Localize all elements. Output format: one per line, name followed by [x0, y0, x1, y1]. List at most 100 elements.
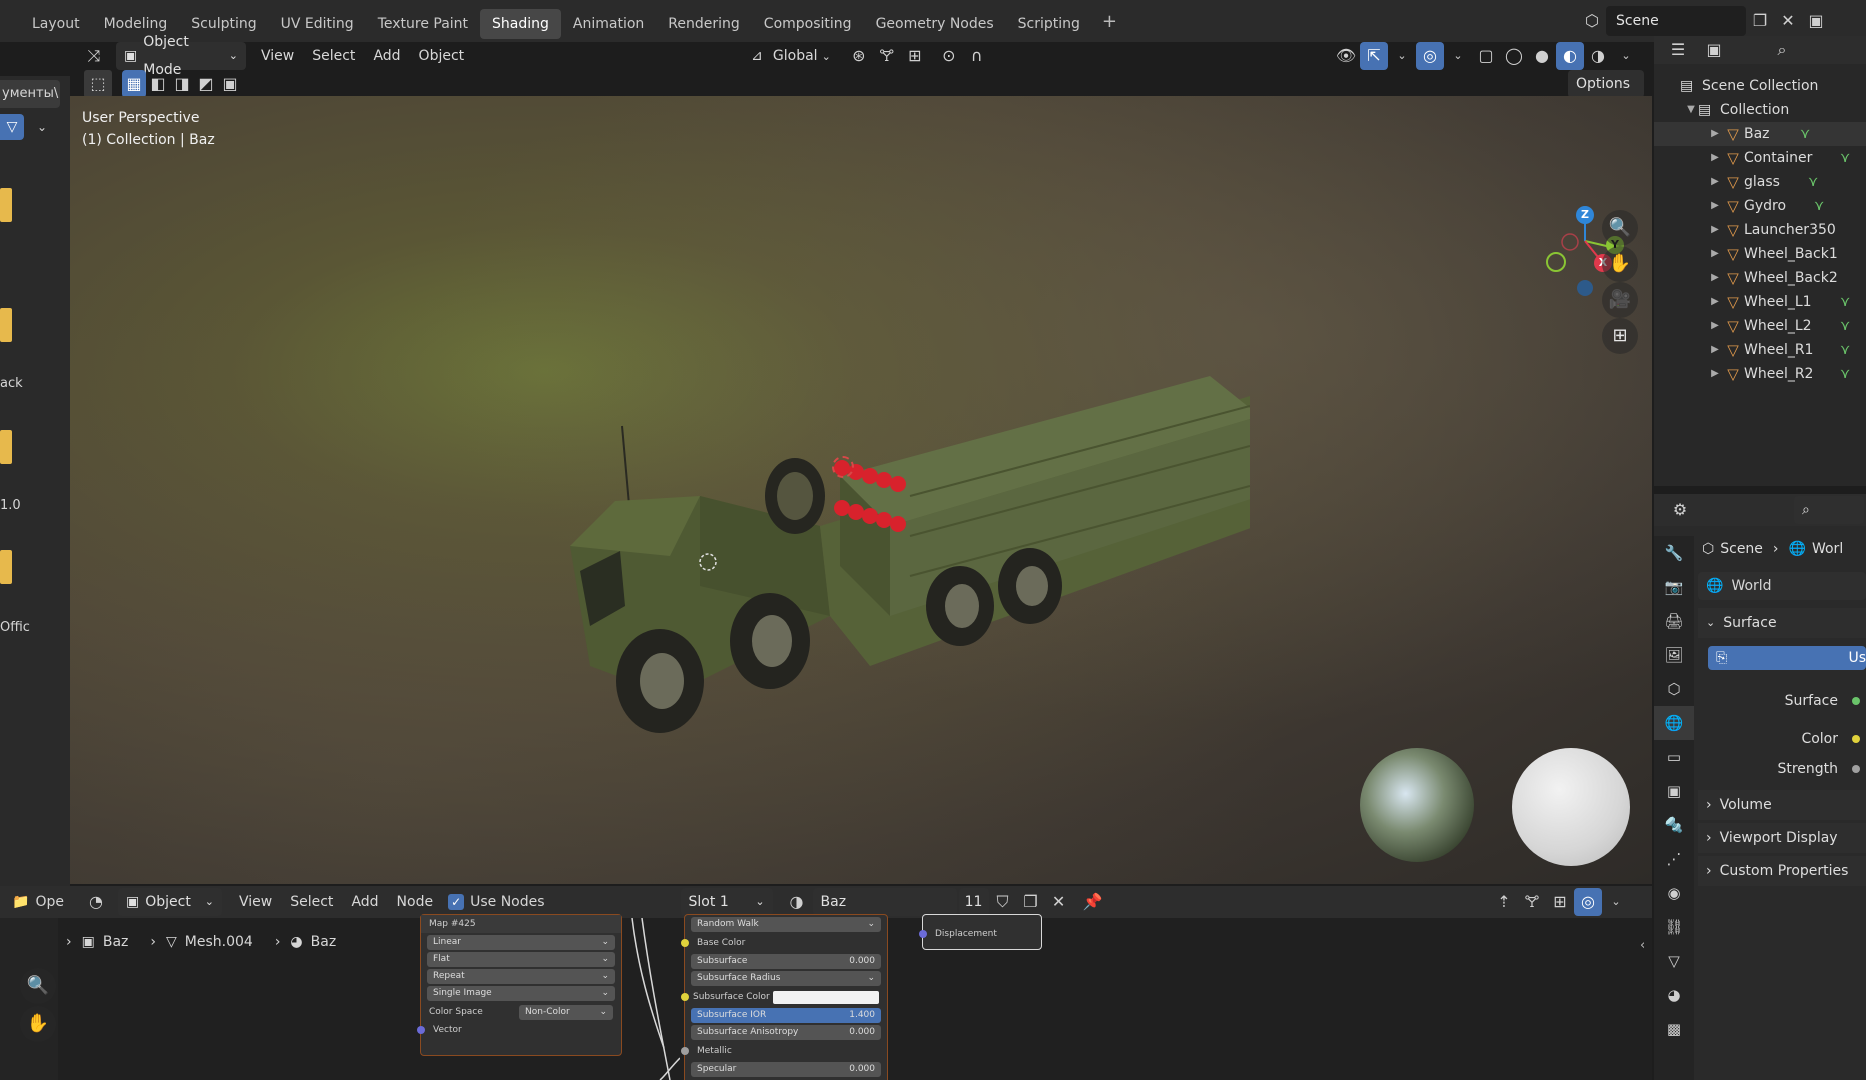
surface-shader-row[interactable]: Surface — [1698, 686, 1866, 716]
color-socket-icon[interactable] — [681, 939, 689, 947]
subsurface-color-row[interactable]: Subsurface Color — [681, 988, 887, 1006]
outliner-item-container[interactable]: ▶ ▽ Container ⋎ — [1654, 146, 1866, 170]
snap-icon[interactable]: 🝖 — [873, 42, 901, 70]
volume-panel-header[interactable]: › Volume — [1698, 790, 1866, 820]
file-thumb-3[interactable] — [0, 430, 12, 464]
particles-icon[interactable]: ⋰ — [1654, 842, 1694, 876]
tab-uv-editing[interactable]: UV Editing — [269, 9, 366, 39]
material-shading-icon[interactable]: ◐ — [1556, 42, 1584, 70]
overlay-toggle-icon[interactable]: ◎ — [1416, 42, 1444, 70]
expand-triangle-icon[interactable]: ▶ — [1708, 266, 1722, 290]
source-dropdown[interactable]: Single Image ⌄ — [427, 986, 615, 1001]
search-icon[interactable]: ⌕ — [1768, 36, 1796, 64]
color-space-row[interactable]: Color Space Non-Color ⌄ — [421, 1003, 621, 1021]
constraints-icon[interactable]: ⛓ — [1654, 910, 1694, 944]
value-socket-icon[interactable] — [681, 1047, 689, 1055]
expand-triangle-icon[interactable]: ▶ — [1708, 338, 1722, 362]
scene-type-icon[interactable]: ⬡ — [1578, 7, 1606, 35]
tab-scripting[interactable]: Scripting — [1006, 9, 1092, 39]
view-layer-icon[interactable]: ▣ — [1802, 7, 1830, 35]
menu-select[interactable]: Select — [303, 42, 364, 70]
proportional-edit-icon[interactable]: ⊙ — [935, 42, 963, 70]
select-tool-icon[interactable]: ⬚ — [84, 70, 112, 98]
file-thumb-2[interactable] — [0, 308, 12, 342]
ortho-grid-icon[interactable]: ⊞ — [1602, 318, 1638, 354]
output-icon[interactable]: 🖨 — [1654, 604, 1694, 638]
shader-socket-icon[interactable] — [1852, 697, 1860, 705]
select-intersect-icon[interactable]: ▣ — [218, 70, 242, 98]
tab-geometry-nodes[interactable]: Geometry Nodes — [864, 9, 1006, 39]
scene-name-field[interactable]: Scene — [1606, 6, 1746, 36]
node-menu-add[interactable]: Add — [342, 888, 387, 916]
xray-icon[interactable]: ▢ — [1472, 42, 1500, 70]
world-selector[interactable]: 🌐 World — [1698, 572, 1866, 600]
chevron-down-icon[interactable]: ⌄ — [1612, 42, 1640, 70]
chevron-down-icon[interactable]: ⌄ — [1602, 888, 1630, 916]
material-icon[interactable]: ◕ — [1654, 978, 1694, 1012]
color-socket-icon[interactable] — [1852, 735, 1860, 743]
shader-type-dropdown[interactable]: ▣ Object ⌄ — [118, 888, 222, 916]
collection-icon[interactable]: ▭ — [1654, 740, 1694, 774]
tab-animation[interactable]: Animation — [561, 9, 656, 39]
tab-shading[interactable]: Shading — [480, 9, 561, 39]
expand-triangle-icon[interactable]: ▶ — [1708, 362, 1722, 386]
node-menu-node[interactable]: Node — [388, 888, 443, 916]
3d-cursor-icon[interactable] — [832, 456, 854, 478]
outliner-item-wheel-l1[interactable]: ▶ ▽ Wheel_L1 ⋎ — [1654, 290, 1866, 314]
interpolation-dropdown[interactable]: Linear ⌄ — [427, 935, 615, 950]
select-invert-icon[interactable]: ◩ — [194, 70, 218, 98]
collection-row[interactable]: ▼ ▤ Collection — [1654, 98, 1866, 122]
snap-icon[interactable]: 🝖 — [1518, 888, 1546, 916]
pin-icon[interactable]: 📌 — [1079, 888, 1107, 916]
vector-socket-icon[interactable] — [919, 930, 927, 938]
options-dropdown[interactable]: Options ⌄ — [1568, 70, 1644, 119]
filter-icon[interactable]: ▽ — [0, 114, 24, 140]
3d-viewport[interactable]: User Perspective (1) Collection | Baz Z … — [70, 96, 1652, 884]
principled-bsdf-node[interactable]: Random Walk ⌄ Base Color Subsurface 0.000 … — [681, 914, 888, 1080]
zoom-icon[interactable]: 🔍 — [20, 968, 56, 1004]
image-name-field[interactable]: Map #425 — [421, 915, 621, 933]
file-thumb-4[interactable] — [0, 550, 12, 584]
menu-object[interactable]: Object — [410, 42, 474, 70]
outliner-item-wheel-r2[interactable]: ▶ ▽ Wheel_R2 ⋎ — [1654, 362, 1866, 386]
tool-icon[interactable]: 🔧 — [1654, 536, 1694, 570]
menu-add[interactable]: Add — [364, 42, 409, 70]
material-browse-icon[interactable]: ◑ — [783, 888, 811, 916]
outliner-item-gydro[interactable]: ▶ ▽ Gydro ⋎ — [1654, 194, 1866, 218]
visibility-icon[interactable]: 👁 — [1332, 42, 1360, 70]
subsurface-method-dropdown[interactable]: Random Walk ⌄ — [691, 917, 881, 932]
outliner-item-launcher350[interactable]: ▶ ▽ Launcher350 — [1654, 218, 1866, 242]
specular-field[interactable]: Specular 0.000 — [691, 1062, 881, 1077]
vector-input-row[interactable]: Vector — [417, 1021, 621, 1039]
parent-node-tree-icon[interactable]: ⇡ — [1490, 888, 1518, 916]
editor-type-icon[interactable]: ◔ — [82, 888, 110, 916]
expand-triangle-icon[interactable]: ▶ — [1708, 194, 1722, 218]
user-count[interactable]: 11 — [958, 888, 989, 916]
sidebar-toggle-icon[interactable]: ‹ — [1640, 938, 1645, 953]
texture-icon[interactable]: ▩ — [1654, 1012, 1694, 1046]
world-icon[interactable]: 🌐 — [1654, 706, 1694, 740]
expand-triangle-icon[interactable]: ▼ — [1684, 98, 1698, 122]
material-name-field[interactable]: Baz — [812, 888, 957, 916]
display-mode-icon[interactable]: ▣ — [1700, 36, 1728, 64]
expand-triangle-icon[interactable]: ▶ — [1708, 122, 1722, 146]
expand-triangle-icon[interactable]: ▶ — [1708, 314, 1722, 338]
extension-dropdown[interactable]: Repeat ⌄ — [427, 969, 615, 984]
solid-shading-icon[interactable]: ● — [1528, 42, 1556, 70]
outliner-item-wheel-back1[interactable]: ▶ ▽ Wheel_Back1 — [1654, 242, 1866, 266]
transform-orientation[interactable]: ⊿ Global ⌄ — [751, 42, 831, 70]
falloff-icon[interactable]: ∩ — [963, 42, 991, 70]
outliner-item-baz[interactable]: ▶ ▽ Baz ⋎ — [1654, 122, 1866, 146]
select-subtract-icon[interactable]: ◨ — [170, 70, 194, 98]
outliner-item-wheel-back2[interactable]: ▶ ▽ Wheel_Back2 — [1654, 266, 1866, 290]
snap-target-icon[interactable]: ⊞ — [901, 42, 929, 70]
overlay-toggle-icon[interactable]: ◎ — [1574, 888, 1602, 916]
modifier-wrench-icon[interactable]: 🔩 — [1654, 808, 1694, 842]
duplicate-material-icon[interactable]: ❐ — [1017, 888, 1045, 916]
data-icon[interactable]: ▽ — [1654, 944, 1694, 978]
expand-triangle-icon[interactable]: ▶ — [1708, 218, 1722, 242]
node-editor-canvas[interactable]: › ▣ Baz › ▽ Mesh.004 › ◕ Baz 🔍 ✋ Map #42… — [0, 914, 1652, 1080]
tab-rendering[interactable]: Rendering — [656, 9, 752, 39]
pan-hand-icon[interactable]: ✋ — [20, 1006, 56, 1042]
color-space-dropdown[interactable]: Non-Color ⌄ — [519, 1004, 613, 1020]
